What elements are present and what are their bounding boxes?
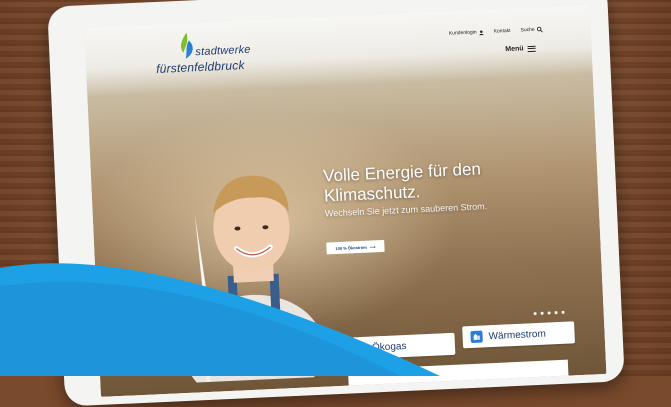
- product-waermestrom-label: Wärmestrom: [488, 328, 547, 342]
- product-oekogas-button[interactable]: Ökogas: [346, 332, 456, 360]
- content-panel: [347, 359, 570, 397]
- menu-button[interactable]: Menü: [505, 45, 536, 53]
- hero-child-photo: [169, 175, 324, 384]
- cta-label: 100 % Ökostrom: [335, 244, 367, 251]
- carousel-dots: [533, 310, 565, 316]
- heat-plug-icon: [470, 330, 483, 344]
- product-oekogas-label: Ökogas: [371, 340, 407, 354]
- menu-label: Menü: [505, 45, 524, 54]
- search-link[interactable]: Suche: [520, 26, 543, 34]
- customer-login-label: Kundenlogin: [448, 29, 477, 37]
- carousel-dot[interactable]: [533, 312, 537, 316]
- hamburger-icon: [527, 45, 536, 52]
- logo-leaf-icon: [181, 32, 193, 59]
- user-icon: [478, 29, 484, 35]
- hero-text-block: Volle Energie für den Klimaschutz. Wechs…: [322, 158, 515, 218]
- tablet-device: stadtwerke fürstenfeldbruck Kundenlogin …: [47, 0, 625, 407]
- website-screen: stadtwerke fürstenfeldbruck Kundenlogin …: [84, 4, 607, 397]
- carousel-dot[interactable]: [554, 311, 558, 315]
- carousel-dot[interactable]: [547, 311, 551, 315]
- carousel-dot[interactable]: [540, 311, 544, 315]
- logo-text-stadtwerke: stadtwerke: [195, 43, 251, 59]
- hero-title: Volle Energie für den Klimaschutz.: [322, 159, 482, 206]
- oekostrom-cta-button[interactable]: 100 % Ökostrom ⟶: [326, 239, 385, 255]
- flame-drop-icon: [354, 342, 367, 354]
- contact-label: Kontakt: [493, 27, 511, 35]
- stadtwerke-logo[interactable]: stadtwerke fürstenfeldbruck: [155, 30, 257, 80]
- product-waermestrom-button[interactable]: Wärmestrom: [462, 321, 576, 349]
- search-label: Suche: [520, 26, 535, 34]
- search-icon: [536, 26, 543, 33]
- contact-link[interactable]: Kontakt: [494, 28, 511, 35]
- arrow-right-icon: ⟶: [369, 243, 376, 250]
- carousel-dot[interactable]: [561, 310, 565, 314]
- logo-text-location: fürstenfeldbruck: [155, 58, 245, 77]
